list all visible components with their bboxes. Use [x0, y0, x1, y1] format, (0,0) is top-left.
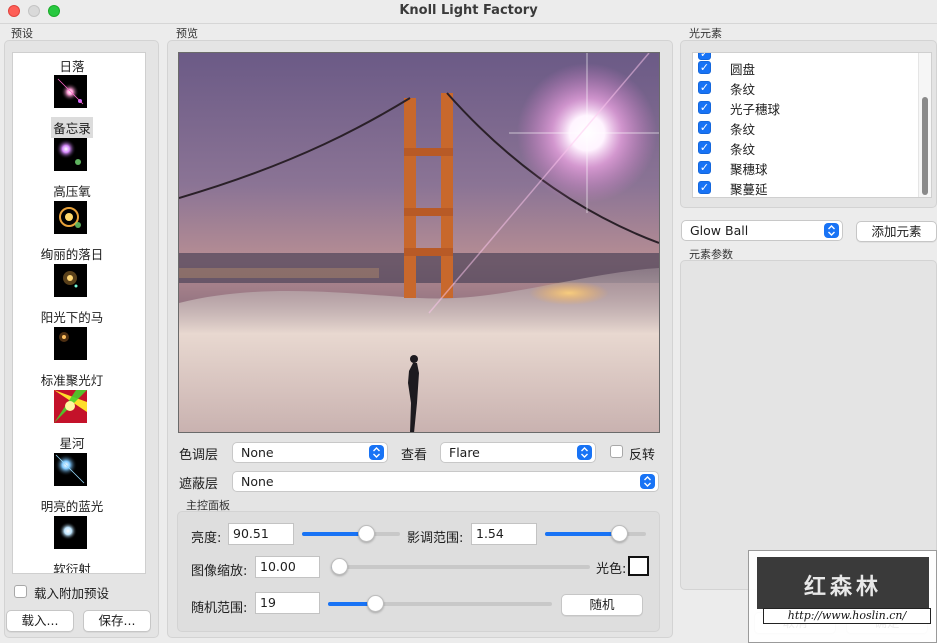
element-params-group: [680, 260, 937, 590]
view-select[interactable]: Flare: [440, 442, 596, 463]
slider-knob[interactable]: [610, 525, 628, 542]
element-name[interactable]: 条纹: [730, 79, 755, 98]
element-name[interactable]: 聚蔓延: [730, 179, 768, 197]
random-button[interactable]: 随机: [561, 594, 643, 616]
updown-arrows-icon: [640, 474, 655, 489]
preset-item[interactable]: 明亮的蓝光: [13, 495, 131, 516]
element-name[interactable]: 条纹: [730, 119, 755, 138]
element-name[interactable]: 聚穗球: [730, 159, 768, 178]
window-title: Knoll Light Factory: [399, 3, 538, 18]
element-type-select[interactable]: Glow Ball: [681, 220, 843, 241]
color-layer-label: 色调层: [179, 448, 219, 463]
preset-name: 明亮的蓝光: [40, 499, 104, 514]
updown-arrows-icon: [824, 223, 839, 238]
obscure-slider[interactable]: [545, 525, 646, 542]
preset-name: 绚丽的落日: [40, 247, 104, 262]
flare-preview-image: [179, 53, 659, 432]
scale-slider[interactable]: [330, 558, 590, 575]
preset-thumbnail[interactable]: [54, 264, 87, 297]
random-field[interactable]: 19: [255, 592, 320, 614]
scale-label: 图像缩放:: [191, 564, 248, 579]
invert-checkbox[interactable]: [610, 445, 623, 458]
preset-thumbnail[interactable]: [54, 453, 87, 486]
slider-knob[interactable]: [357, 525, 375, 542]
element-checkbox[interactable]: ✓: [698, 61, 711, 74]
add-element-button[interactable]: 添加元素: [856, 221, 937, 242]
preset-item[interactable]: 高压氧: [13, 180, 131, 201]
preset-item[interactable]: 阳光下的马: [13, 306, 131, 327]
preset-name: 高压氧: [53, 184, 91, 199]
brightness-label: 亮度:: [191, 531, 222, 546]
view-label: 查看: [401, 448, 428, 463]
preset-list[interactable]: 日落 备忘录 高压氧 绚丽的落日 阳光下的马 标准聚光灯 星河 明亮的蓝光 软衍…: [12, 52, 146, 574]
load-extra-presets-label: 载入附加预设: [34, 586, 110, 601]
element-checkbox[interactable]: ✓: [698, 141, 711, 154]
preset-name: 阳光下的马: [40, 310, 104, 325]
preset-name: 星河: [59, 436, 85, 451]
load-extra-presets-checkbox[interactable]: [14, 585, 27, 598]
title-bar: Knoll Light Factory: [0, 0, 937, 24]
updown-arrows-icon: [577, 445, 592, 460]
preset-thumbnail[interactable]: [54, 201, 87, 234]
random-label: 随机范围:: [191, 601, 248, 616]
element-name[interactable]: 条纹: [730, 139, 755, 158]
preset-item[interactable]: 软衍射: [13, 558, 131, 574]
element-checkbox[interactable]: ✓: [698, 161, 711, 174]
preset-thumbnail[interactable]: [54, 390, 87, 423]
color-label: 光色:: [596, 562, 627, 577]
color-layer-select[interactable]: None: [232, 442, 388, 463]
slider-fill: [545, 532, 619, 536]
preset-name: 日落: [59, 59, 85, 74]
presets-label: 预设: [11, 27, 33, 40]
preview-canvas[interactable]: [178, 52, 660, 433]
watermark-title: 红森林: [803, 575, 882, 600]
brightness-field[interactable]: 90.51: [228, 523, 294, 545]
preset-name: 标准聚光灯: [40, 373, 104, 388]
element-checkbox[interactable]: ✓: [698, 121, 711, 134]
color-layer-value: None: [241, 445, 274, 460]
preset-thumbnail[interactable]: [54, 138, 87, 171]
updown-arrows-icon: [369, 445, 384, 460]
view-value: Flare: [449, 445, 480, 460]
slider-knob[interactable]: [330, 558, 348, 575]
invert-label: 反转: [629, 448, 656, 463]
random-slider[interactable]: [328, 595, 552, 612]
mask-layer-value: None: [241, 474, 274, 489]
preset-item[interactable]: 日落: [13, 55, 131, 76]
slider-knob[interactable]: [367, 595, 385, 612]
preset-thumbnail[interactable]: [54, 327, 87, 360]
element-type-value: Glow Ball: [690, 223, 749, 238]
mask-layer-label: 遮蔽层: [179, 477, 219, 492]
preset-item[interactable]: 备忘录: [13, 117, 131, 138]
watermark: 红森林 http://www.hoslin.cn/: [748, 550, 937, 643]
preset-name: 软衍射: [53, 562, 91, 574]
preset-item[interactable]: 标准聚光灯: [13, 369, 131, 390]
color-swatch[interactable]: [628, 556, 649, 576]
preview-label: 预览: [176, 27, 198, 40]
scrollbar-thumb[interactable]: [922, 97, 928, 195]
obscure-field[interactable]: 1.54: [471, 523, 537, 545]
watermark-url: http://www.hoslin.cn/: [763, 608, 931, 624]
load-button[interactable]: 载入...: [6, 610, 74, 632]
obscure-label: 影调范围:: [407, 531, 464, 546]
elements-label: 光元素: [689, 27, 722, 40]
element-list-scrollbar[interactable]: [918, 53, 931, 197]
brightness-slider[interactable]: [302, 525, 400, 542]
element-checkbox[interactable]: ✓: [698, 181, 711, 194]
element-checkbox[interactable]: ✓: [698, 53, 711, 60]
scale-field[interactable]: 10.00: [255, 556, 320, 578]
slider-fill: [302, 532, 366, 536]
preset-item[interactable]: 绚丽的落日: [13, 243, 131, 264]
preset-thumbnail[interactable]: [54, 75, 87, 108]
preset-thumbnail[interactable]: [54, 516, 87, 549]
element-name[interactable]: 圆盘: [730, 59, 755, 78]
element-list[interactable]: ✓ ✓ 圆盘 ✓ 条纹 ✓ 光子穗球 ✓ 条纹 ✓ 条纹 ✓ 聚穗球 ✓ 聚蔓延: [692, 52, 932, 198]
element-checkbox[interactable]: ✓: [698, 81, 711, 94]
save-button[interactable]: 保存...: [83, 610, 151, 632]
element-name[interactable]: 光子穗球: [730, 99, 780, 118]
preset-item[interactable]: 星河: [13, 432, 131, 453]
preset-name: 备忘录: [51, 117, 93, 138]
mask-layer-select[interactable]: None: [232, 471, 659, 492]
element-checkbox[interactable]: ✓: [698, 101, 711, 114]
